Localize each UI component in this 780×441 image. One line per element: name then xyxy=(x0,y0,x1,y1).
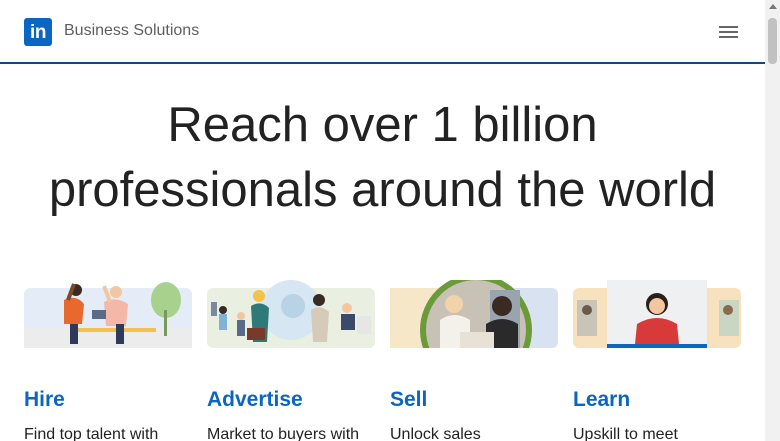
card-sell: Sell Unlock sales xyxy=(390,280,558,441)
page: in Business Solutions Reach over 1 billi… xyxy=(0,0,765,441)
linkedin-logo[interactable]: in xyxy=(24,18,52,46)
scrollbar-thumb[interactable] xyxy=(768,18,777,64)
presentation-illustration xyxy=(207,280,375,348)
meeting-photo-illustration xyxy=(390,280,558,348)
vertical-scrollbar[interactable] xyxy=(765,0,780,441)
hire-link[interactable]: Hire xyxy=(24,388,65,412)
menu-line xyxy=(719,31,738,33)
advertise-link[interactable]: Advertise xyxy=(207,388,303,412)
hire-description: Find top talent with xyxy=(24,426,159,441)
sell-description: Unlock sales xyxy=(390,426,481,441)
advertise-description: Market to buyers with xyxy=(207,426,360,441)
hero-line-2: professionals around the world xyxy=(48,163,717,217)
hero-heading: Reach over 1 billion professionals aroun… xyxy=(0,93,765,223)
sell-link[interactable]: Sell xyxy=(390,388,427,412)
menu-line xyxy=(719,36,738,38)
learn-description: Upskill to meet xyxy=(573,426,678,441)
card-learn: Learn Upskill to meet xyxy=(573,280,741,441)
people-high-five-illustration xyxy=(24,280,192,348)
menu-line xyxy=(719,26,738,28)
brand-name[interactable]: Business Solutions xyxy=(64,22,199,40)
card-advertise: Advertise Market to buyers with xyxy=(207,280,375,441)
learn-link[interactable]: Learn xyxy=(573,388,630,412)
top-nav: in Business Solutions xyxy=(0,0,765,64)
hero-line-1: Reach over 1 billion xyxy=(167,98,598,152)
learner-photo-illustration xyxy=(573,280,741,348)
card-hire: Hire Find top talent with xyxy=(24,280,192,441)
scroll-up-arrow-icon[interactable] xyxy=(769,4,777,9)
hamburger-menu-icon[interactable] xyxy=(716,22,742,42)
